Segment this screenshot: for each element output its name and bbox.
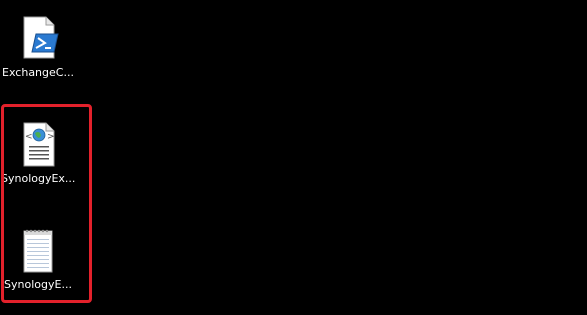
desktop-icon-label: SynologyEx... [1, 172, 75, 185]
desktop-icon-exchange-script[interactable]: ExchangeC... [1, 14, 75, 79]
desktop-icon-synology-text-file[interactable]: SynologyE... [1, 226, 75, 291]
desktop-icon-synology-web-file[interactable]: < > SynologyEx... [1, 120, 75, 185]
svg-text:>: > [47, 132, 55, 142]
desktop[interactable]: ExchangeC... < > SynologyEx... SynologyE… [0, 0, 587, 315]
svg-text:<: < [25, 132, 33, 142]
powershell-script-icon [23, 16, 59, 59]
web-xml-file-icon: < > [23, 122, 55, 167]
text-file-icon [23, 229, 53, 273]
desktop-icon-label: ExchangeC... [2, 66, 74, 79]
desktop-icon-label: SynologyE... [4, 278, 72, 291]
